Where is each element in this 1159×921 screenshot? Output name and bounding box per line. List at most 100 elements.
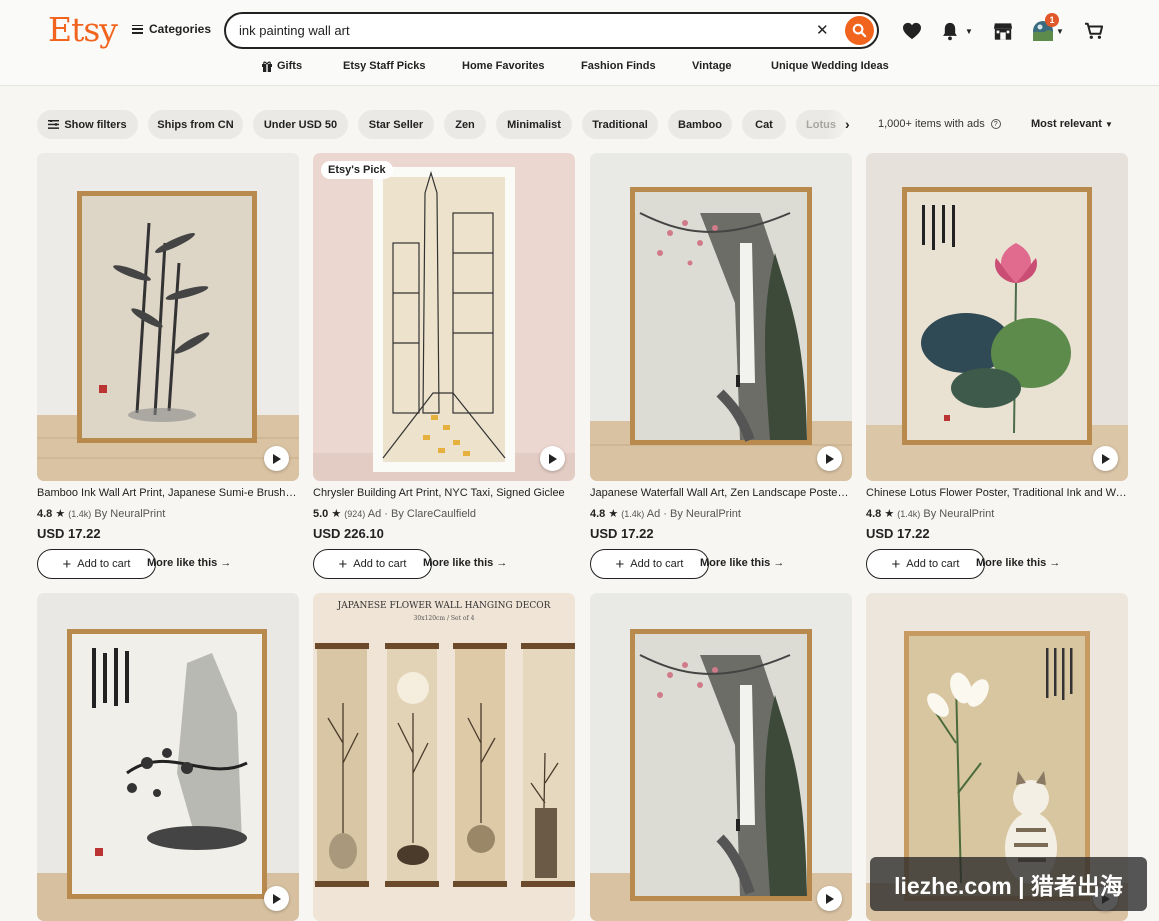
- seller-name[interactable]: By NeuralPrint: [923, 508, 994, 520]
- more-like-this-label: More like this: [147, 557, 218, 569]
- nav-label: Fashion Finds: [581, 60, 656, 72]
- chip-traditional[interactable]: Traditional: [582, 110, 658, 139]
- chip-lotus[interactable]: Lotus: [796, 110, 846, 139]
- chip-under-usd-50[interactable]: Under USD 50: [253, 110, 348, 139]
- chip-ships-from-cn[interactable]: Ships from CN: [148, 110, 243, 139]
- add-to-cart-label: Add to cart: [77, 558, 131, 570]
- more-like-this-label: More like this: [976, 557, 1047, 569]
- chip-star-seller[interactable]: Star Seller: [358, 110, 434, 139]
- sort-label: Most relevant: [1031, 118, 1102, 130]
- rating-value: 4.8: [37, 508, 53, 520]
- nav-item-vintage[interactable]: Vintage: [692, 60, 732, 72]
- chip-zen[interactable]: Zen: [444, 110, 486, 139]
- category-nav: Gifts Etsy Staff Picks Home Favorites Fa…: [0, 60, 1159, 76]
- etsys-pick-badge: Etsy's Pick: [321, 161, 393, 179]
- more-like-this-link[interactable]: More like this →: [700, 557, 784, 569]
- bell-icon: [943, 22, 957, 40]
- cart-button[interactable]: [1083, 20, 1105, 42]
- add-to-cart-button[interactable]: + Add to cart: [866, 549, 985, 579]
- nav-item-home-favorites[interactable]: Home Favorites: [462, 60, 545, 72]
- chevron-down-icon[interactable]: ▼: [965, 27, 973, 36]
- nav-item-wedding-ideas[interactable]: Unique Wedding Ideas: [771, 60, 889, 72]
- play-icon: [273, 453, 281, 464]
- play-video-button[interactable]: [264, 446, 289, 471]
- review-count: (1.4k): [621, 509, 645, 519]
- listing-title[interactable]: Japanese Waterfall Wall Art, Zen Landsca…: [590, 487, 852, 499]
- account-chevron-icon[interactable]: ▼: [1056, 27, 1064, 36]
- review-count: (1.4k): [68, 509, 92, 519]
- arrow-right-icon: →: [773, 557, 785, 569]
- nav-label: Etsy Staff Picks: [343, 60, 426, 72]
- play-icon: [826, 453, 834, 464]
- seller-name[interactable]: By NeuralPrint: [670, 508, 741, 520]
- categories-button[interactable]: Categories: [132, 22, 211, 36]
- nav-item-fashion-finds[interactable]: Fashion Finds: [581, 60, 656, 72]
- listing-image[interactable]: JAPANESE FLOWER WALL HANGING DECOR 30x12…: [313, 593, 575, 921]
- show-filters-button[interactable]: Show filters: [37, 110, 138, 139]
- play-video-button[interactable]: [540, 446, 565, 471]
- play-icon: [826, 893, 834, 904]
- sort-dropdown[interactable]: Most relevant ▼: [1031, 118, 1113, 130]
- play-video-button[interactable]: [264, 886, 289, 911]
- ad-label: Ad ·: [367, 508, 388, 520]
- star-icon: ★: [884, 508, 895, 520]
- star-icon: ★: [331, 508, 342, 520]
- notifications-button[interactable]: [939, 20, 961, 42]
- review-count: (924): [344, 509, 366, 519]
- listing-image[interactable]: [590, 153, 852, 481]
- listing-rating: 4.8 ★ (1.4k) Ad · By NeuralPrint: [590, 507, 741, 520]
- heart-icon: [903, 22, 921, 40]
- listing-image[interactable]: Etsy's Pick: [313, 153, 575, 481]
- search-button[interactable]: [845, 16, 874, 45]
- add-to-cart-label: Add to cart: [906, 558, 960, 570]
- listing-image[interactable]: [866, 153, 1128, 481]
- chip-cat[interactable]: Cat: [742, 110, 786, 139]
- info-icon[interactable]: ?: [990, 119, 1001, 129]
- listing-price: USD 17.22: [590, 526, 654, 541]
- plus-icon: +: [338, 555, 348, 573]
- nav-item-staff-picks[interactable]: Etsy Staff Picks: [343, 60, 426, 72]
- play-icon: [273, 893, 281, 904]
- search-input[interactable]: [239, 14, 799, 47]
- listing-title[interactable]: Chrysler Building Art Print, NYC Taxi, S…: [313, 487, 575, 499]
- seller-name[interactable]: By NeuralPrint: [94, 508, 165, 520]
- account-button[interactable]: 1: [1032, 13, 1059, 42]
- review-count: (1.4k): [897, 509, 921, 519]
- clear-icon[interactable]: ✕: [816, 21, 829, 39]
- play-icon: [549, 453, 557, 464]
- play-video-button[interactable]: [1093, 446, 1118, 471]
- cart-icon: [1085, 22, 1104, 39]
- listing-price: USD 17.22: [866, 526, 930, 541]
- shop-icon: [993, 22, 1013, 40]
- add-to-cart-button[interactable]: + Add to cart: [313, 549, 432, 579]
- listing-image[interactable]: [37, 153, 299, 481]
- add-to-cart-button[interactable]: + Add to cart: [590, 549, 709, 579]
- listing-rating: 4.8 ★ (1.4k) By NeuralPrint: [866, 507, 994, 520]
- gift-icon: [262, 61, 272, 72]
- chip-bamboo[interactable]: Bamboo: [668, 110, 732, 139]
- nav-item-gifts[interactable]: Gifts: [261, 60, 302, 72]
- nav-label: Vintage: [692, 60, 732, 72]
- more-like-this-link[interactable]: More like this →: [976, 557, 1060, 569]
- listing-title[interactable]: Bamboo Ink Wall Art Print, Japanese Sumi…: [37, 487, 299, 499]
- listing-image[interactable]: [590, 593, 852, 921]
- play-icon: [1102, 453, 1110, 464]
- chip-minimalist[interactable]: Minimalist: [496, 110, 572, 139]
- items-count-label: 1,000+ items with ads: [878, 118, 985, 130]
- etsy-logo[interactable]: Etsy: [48, 10, 118, 49]
- favorites-button[interactable]: [901, 20, 923, 42]
- listing-image[interactable]: [37, 593, 299, 921]
- chevron-right-icon[interactable]: ›: [845, 116, 850, 132]
- more-like-this-link[interactable]: More like this →: [423, 557, 507, 569]
- star-icon: ★: [55, 508, 66, 520]
- listing-title[interactable]: Chinese Lotus Flower Poster, Traditional…: [866, 487, 1128, 499]
- play-video-button[interactable]: [817, 886, 842, 911]
- more-like-this-label: More like this: [700, 557, 771, 569]
- shop-manager-button[interactable]: [992, 20, 1014, 42]
- add-to-cart-button[interactable]: + Add to cart: [37, 549, 156, 579]
- notification-badge: 1: [1045, 13, 1059, 27]
- play-video-button[interactable]: [817, 446, 842, 471]
- seller-name[interactable]: By ClareCaulfield: [391, 508, 476, 520]
- more-like-this-link[interactable]: More like this →: [147, 557, 231, 569]
- listing-rating: 4.8 ★ (1.4k) By NeuralPrint: [37, 507, 165, 520]
